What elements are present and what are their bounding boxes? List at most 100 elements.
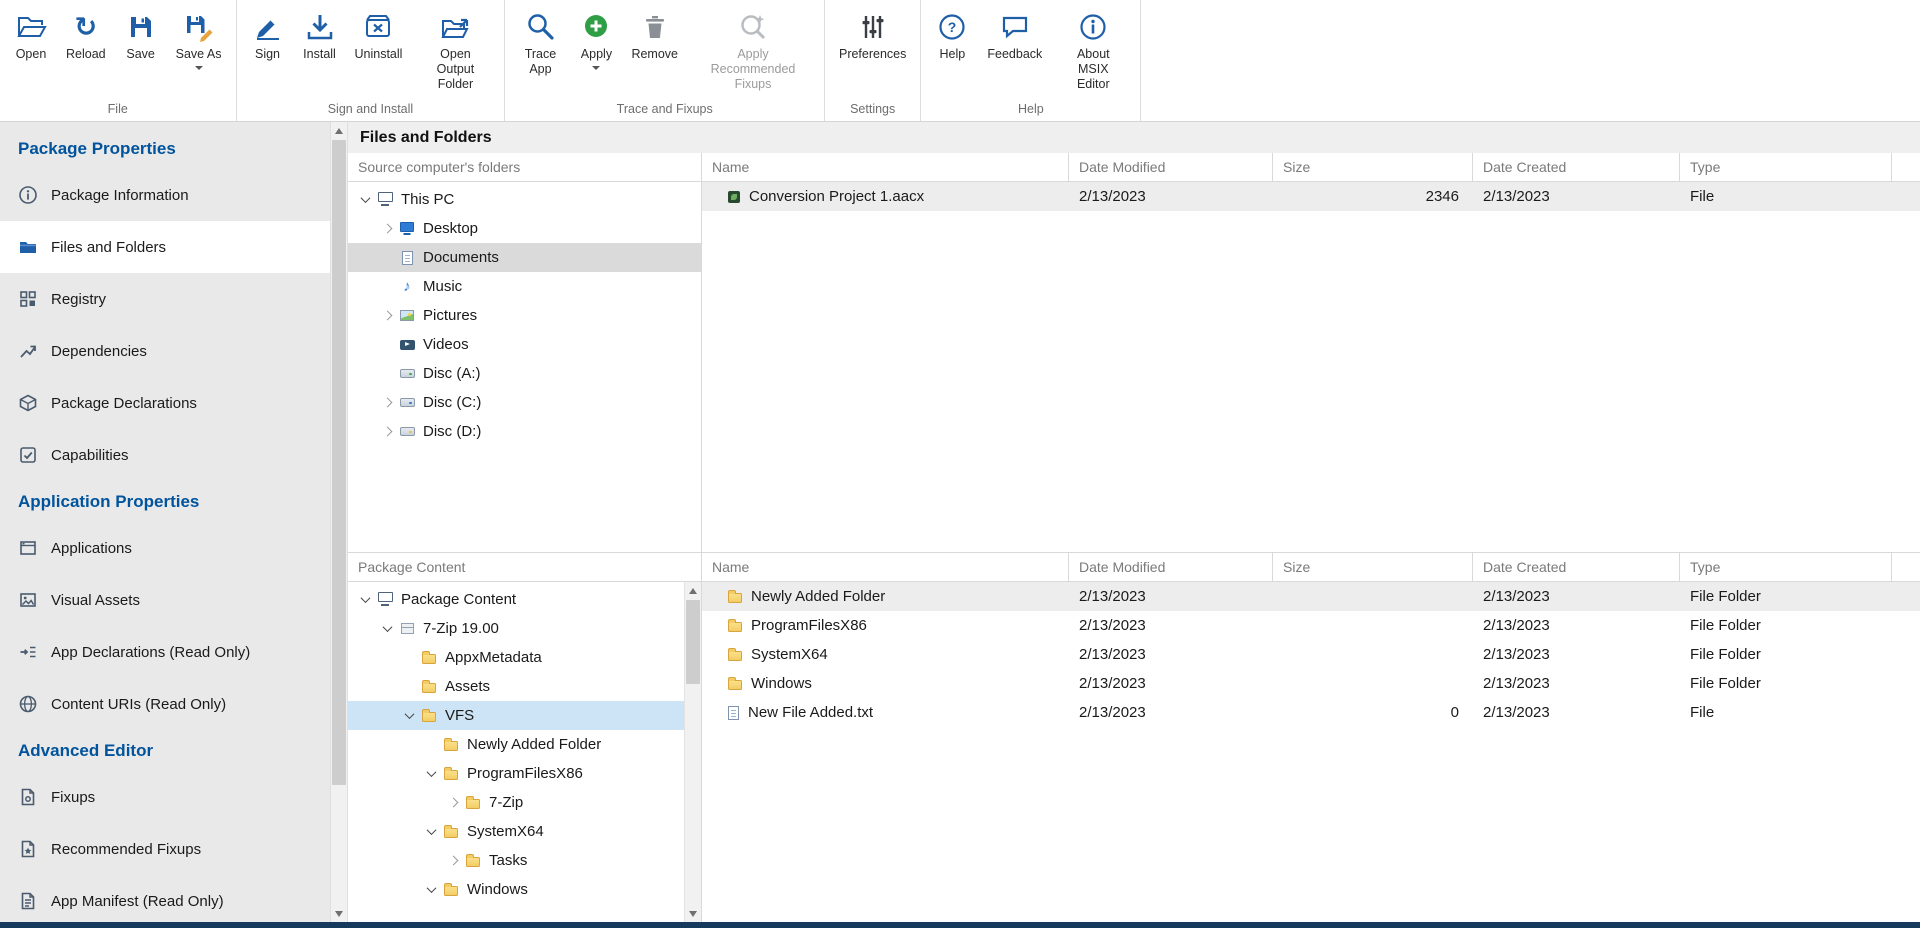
- videos-icon: [396, 340, 418, 350]
- reload-button[interactable]: ↻ Reload: [57, 4, 115, 98]
- package-tree-scrollbar[interactable]: [684, 582, 701, 922]
- tree-item-documents[interactable]: Documents: [348, 243, 701, 272]
- tree-item-newly-added-folder[interactable]: Newly Added Folder: [348, 730, 684, 759]
- sidebar-item-package-declarations[interactable]: Package Declarations: [0, 377, 330, 429]
- chevron-down-icon[interactable]: [400, 712, 418, 719]
- chevron-right-icon[interactable]: [378, 225, 396, 232]
- chevron-right-icon[interactable]: [444, 857, 462, 864]
- column-header-size[interactable]: Size: [1273, 153, 1473, 181]
- chevron-down-icon[interactable]: [422, 886, 440, 893]
- tree-item-programfilesx86[interactable]: ProgramFilesX86: [348, 759, 684, 788]
- sidebar-item-content-uris[interactable]: Content URIs (Read Only): [0, 678, 330, 730]
- tree-item-disc-a[interactable]: Disc (A:): [348, 359, 701, 388]
- chevron-down-icon[interactable]: [378, 625, 396, 632]
- file-row-newly-added-folder[interactable]: Newly Added Folder 2/13/2023 2/13/2023 F…: [702, 582, 1920, 611]
- sidebar-item-visual-assets[interactable]: Visual Assets: [0, 574, 330, 626]
- column-header-date-modified[interactable]: Date Modified: [1069, 153, 1273, 181]
- feedback-button[interactable]: Feedback: [978, 4, 1051, 98]
- sign-icon: [252, 8, 284, 46]
- sign-button[interactable]: Sign: [242, 4, 294, 98]
- file-row-systemx64[interactable]: SystemX64 2/13/2023 2/13/2023 File Folde…: [702, 640, 1920, 669]
- chevron-down-icon[interactable]: [195, 66, 203, 70]
- chevron-right-icon[interactable]: [378, 312, 396, 319]
- computer-icon: [374, 192, 396, 207]
- chevron-down-icon[interactable]: [422, 828, 440, 835]
- scrollbar-thumb[interactable]: [686, 600, 700, 684]
- tree-item-music[interactable]: ♪ Music: [348, 272, 701, 301]
- column-header-date-created[interactable]: Date Created: [1473, 553, 1680, 581]
- tree-item-vfs[interactable]: VFS: [348, 701, 684, 730]
- sidebar-item-applications[interactable]: Applications: [0, 522, 330, 574]
- documents-icon: [396, 251, 418, 265]
- tree-item-tasks[interactable]: Tasks: [348, 846, 684, 875]
- sidebar-scrollbar[interactable]: [330, 122, 348, 922]
- remove-button[interactable]: Remove: [622, 4, 687, 98]
- sidebar-item-app-declarations[interactable]: App Declarations (Read Only): [0, 626, 330, 678]
- uninstall-button[interactable]: Uninstall: [346, 4, 412, 98]
- apply-recommended-fixups-button[interactable]: Apply Recommended Fixups: [687, 4, 819, 98]
- file-row-windows[interactable]: Windows 2/13/2023 2/13/2023 File Folder: [702, 669, 1920, 698]
- column-header-type[interactable]: Type: [1680, 553, 1892, 581]
- preferences-button[interactable]: Preferences: [830, 4, 915, 98]
- open-output-folder-label: Open Output Folder: [420, 47, 490, 92]
- file-row-conversion-project[interactable]: Conversion Project 1.aacx 2/13/2023 2346…: [702, 182, 1920, 211]
- file-row-new-file-added[interactable]: New File Added.txt 2/13/2023 0 2/13/2023…: [702, 698, 1920, 727]
- chevron-down-icon[interactable]: [592, 66, 600, 70]
- column-header-name[interactable]: Name: [702, 553, 1069, 581]
- ribbon-group-settings-label: Settings: [830, 98, 915, 121]
- open-output-folder-button[interactable]: Open Output Folder: [411, 4, 499, 98]
- save-button[interactable]: Save: [115, 4, 167, 98]
- file-row-programfilesx86[interactable]: ProgramFilesX86 2/13/2023 2/13/2023 File…: [702, 611, 1920, 640]
- tree-item-7zip-1900[interactable]: 7-Zip 19.00: [348, 614, 684, 643]
- about-msix-editor-button[interactable]: About MSIX Editor: [1051, 4, 1135, 98]
- scroll-down-arrow[interactable]: [685, 905, 701, 922]
- tree-item-this-pc[interactable]: This PC: [348, 185, 701, 214]
- package-panel-header: Package Content: [348, 553, 701, 582]
- tree-item-videos[interactable]: Videos: [348, 330, 701, 359]
- scrollbar-thumb[interactable]: [332, 140, 346, 785]
- tree-item-appxmetadata[interactable]: AppxMetadata: [348, 643, 684, 672]
- column-header-date-created[interactable]: Date Created: [1473, 153, 1680, 181]
- chevron-down-icon[interactable]: [356, 196, 374, 203]
- tree-item-disc-d[interactable]: Disc (D:): [348, 417, 701, 446]
- package-declarations-icon: [18, 393, 38, 413]
- sidebar-item-registry[interactable]: Registry: [0, 273, 330, 325]
- sidebar-item-app-manifest[interactable]: App Manifest (Read Only): [0, 875, 330, 922]
- sidebar-item-package-information[interactable]: Package Information: [0, 169, 330, 221]
- apply-button[interactable]: Apply: [570, 4, 622, 98]
- sidebar-item-capabilities[interactable]: Capabilities: [0, 429, 330, 481]
- tree-item-systemx64[interactable]: SystemX64: [348, 817, 684, 846]
- column-header-type[interactable]: Type: [1680, 153, 1892, 181]
- tree-item-disc-c[interactable]: Disc (C:): [348, 388, 701, 417]
- scroll-up-arrow[interactable]: [685, 582, 701, 599]
- chevron-right-icon[interactable]: [444, 799, 462, 806]
- chevron-right-icon[interactable]: [378, 428, 396, 435]
- save-as-button[interactable]: Save As: [167, 4, 231, 98]
- tree-item-pictures[interactable]: Pictures: [348, 301, 701, 330]
- column-headers: Name Date Modified Size Date Created Typ…: [702, 553, 1920, 582]
- tree-item-desktop[interactable]: Desktop: [348, 214, 701, 243]
- folder-icon: [418, 651, 440, 664]
- ribbon-group-trace-fixups: Trace App Apply Remove: [505, 0, 825, 121]
- scroll-up-arrow[interactable]: [331, 122, 347, 139]
- sidebar-item-dependencies[interactable]: Dependencies: [0, 325, 330, 377]
- tree-item-windows[interactable]: Windows: [348, 875, 684, 904]
- chevron-down-icon[interactable]: [422, 770, 440, 777]
- install-button[interactable]: Install: [294, 4, 346, 98]
- scroll-down-arrow[interactable]: [331, 905, 347, 922]
- folder-icon: [462, 854, 484, 867]
- tree-item-7zip[interactable]: 7-Zip: [348, 788, 684, 817]
- open-button[interactable]: Open: [5, 4, 57, 98]
- column-header-name[interactable]: Name: [702, 153, 1069, 181]
- trace-app-button[interactable]: Trace App: [510, 4, 570, 98]
- sidebar-item-files-and-folders[interactable]: Files and Folders: [0, 221, 330, 273]
- column-header-date-modified[interactable]: Date Modified: [1069, 553, 1273, 581]
- chevron-down-icon[interactable]: [356, 596, 374, 603]
- sidebar-item-recommended-fixups[interactable]: Recommended Fixups: [0, 823, 330, 875]
- column-header-size[interactable]: Size: [1273, 553, 1473, 581]
- tree-item-assets[interactable]: Assets: [348, 672, 684, 701]
- help-button[interactable]: ? Help: [926, 4, 978, 98]
- chevron-right-icon[interactable]: [378, 399, 396, 406]
- sidebar-item-fixups[interactable]: Fixups: [0, 771, 330, 823]
- tree-item-package-content[interactable]: Package Content: [348, 585, 684, 614]
